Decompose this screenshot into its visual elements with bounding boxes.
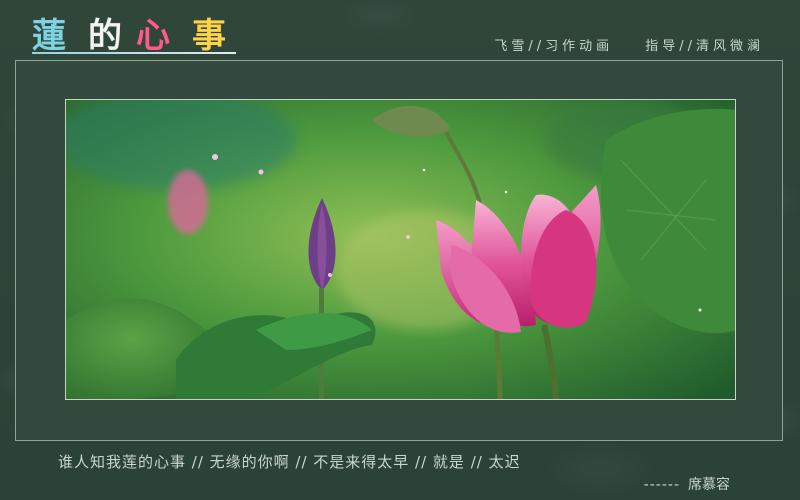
title-char-2: 的 xyxy=(88,16,122,56)
lotus-illustration xyxy=(66,100,735,399)
credit-animation: 飞雪//习作动画 xyxy=(494,39,614,54)
lotus-photo xyxy=(65,99,736,400)
credit-guidance: 指导//清风微澜 xyxy=(645,39,764,54)
title-char-3: 心 xyxy=(136,16,170,56)
author-name: 席慕容 xyxy=(688,477,730,493)
author-signature: ------ 席慕容 xyxy=(644,474,730,494)
title-underline xyxy=(32,52,236,54)
title-char-4: 事 xyxy=(192,16,226,56)
title-char-1: 蓮 xyxy=(32,16,66,56)
author-dashes: ------ xyxy=(643,477,680,493)
credits: 飞雪//习作动画 指导//清风微澜 xyxy=(470,35,764,54)
poem-line: 谁人知我莲的心事 // 无缘的你啊 // 不是来得太早 // 就是 // 太迟 xyxy=(58,453,521,471)
title-logo: 蓮 的 心 事 xyxy=(32,6,242,56)
